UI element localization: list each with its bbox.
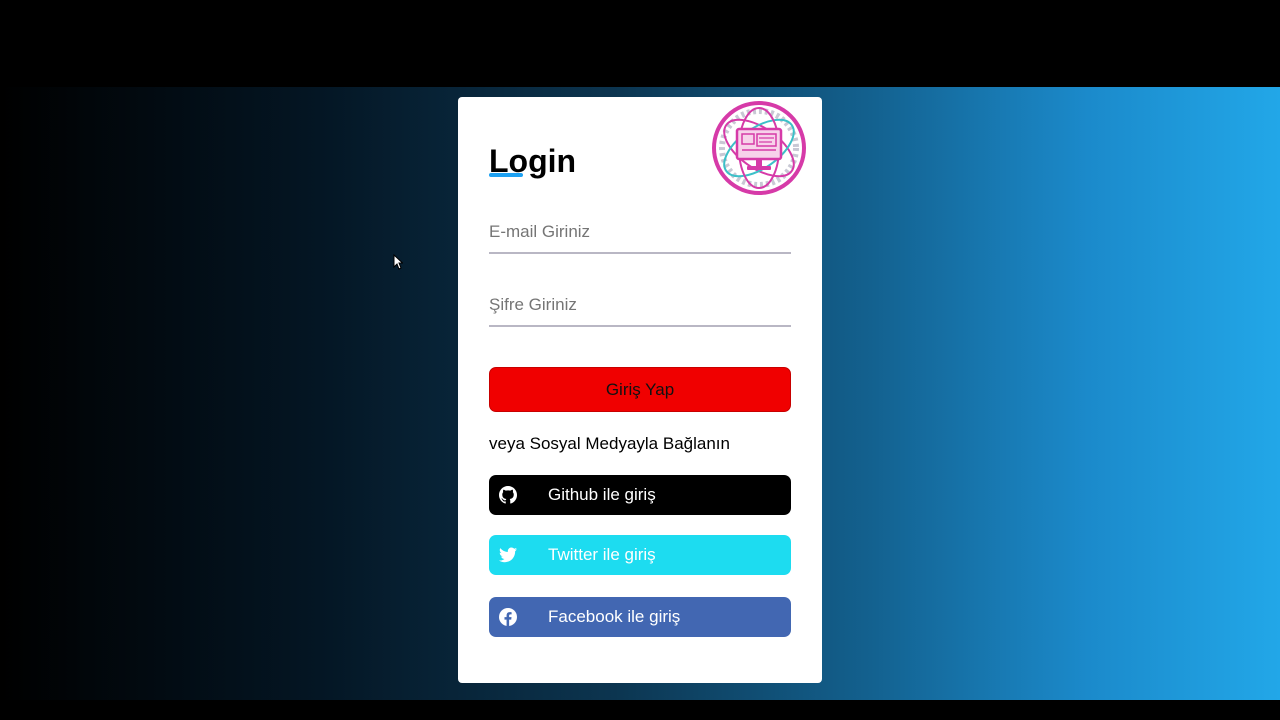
facebook-login-label: Facebook ile giriş	[548, 607, 681, 626]
social-login-prompt: veya Sosyal Medyayla Bağlanın	[489, 434, 730, 453]
computer-screen-logo-icon	[712, 101, 806, 195]
bottom-letterbox	[0, 700, 1280, 720]
twitter-login-button[interactable]: Twitter ile giriş	[489, 535, 791, 575]
github-login-button[interactable]: Github ile giriş	[489, 475, 791, 515]
password-field[interactable]	[489, 284, 791, 327]
github-login-label: Github ile giriş	[548, 485, 656, 504]
mouse-pointer-icon	[393, 253, 404, 270]
top-letterbox	[0, 0, 1280, 87]
facebook-icon	[499, 608, 517, 626]
login-button[interactable]: Giriş Yap	[489, 367, 791, 412]
facebook-login-button[interactable]: Facebook ile giriş	[489, 597, 791, 637]
twitter-login-label: Twitter ile giriş	[548, 545, 656, 564]
github-icon	[499, 486, 517, 504]
twitter-icon	[499, 546, 517, 564]
title-underline	[489, 173, 523, 177]
email-field[interactable]	[489, 211, 791, 254]
login-card: Login Giriş Yap veya Sosyal Medyayla Bağ…	[458, 97, 822, 683]
